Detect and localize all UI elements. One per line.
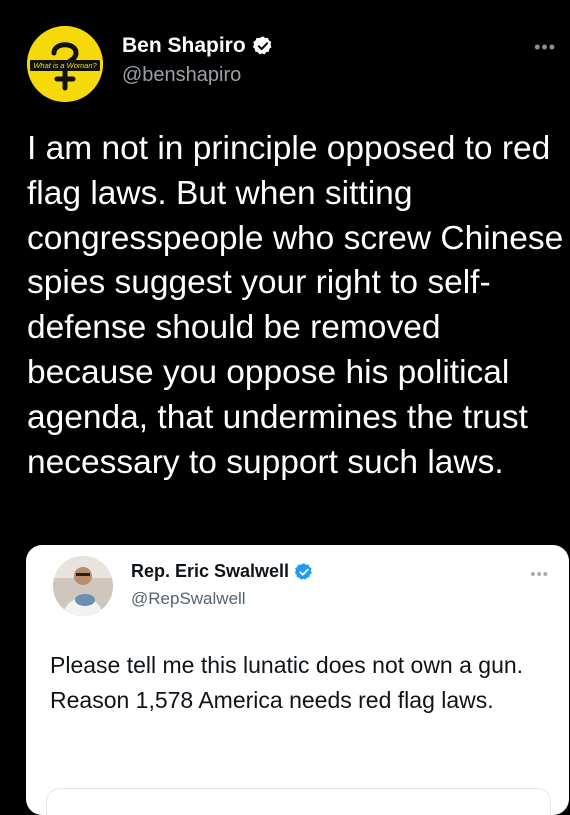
more-horizontal-icon[interactable]: ••• <box>534 38 556 56</box>
tweet-text: I am not in principle opposed to red fla… <box>27 130 564 481</box>
author-handle[interactable]: @benshapiro <box>122 64 241 87</box>
author-name-row: Ben Shapiro <box>122 34 274 58</box>
avatar-banner-text: What is a Woman? <box>33 61 97 70</box>
person-photo-icon <box>53 556 113 616</box>
quoted-author-handle[interactable]: @RepSwalwell <box>131 589 246 609</box>
quoted-name-row: Rep. Eric Swalwell <box>131 561 314 582</box>
more-horizontal-icon[interactable]: ••• <box>530 567 549 582</box>
quoted-tweet[interactable]: Rep. Eric Swalwell @RepSwalwell ••• Plea… <box>26 545 569 815</box>
quoted-media-card[interactable] <box>46 788 551 815</box>
verified-badge-icon <box>252 35 274 57</box>
avatar[interactable]: What is a Woman? <box>27 26 103 102</box>
tweet: What is a Woman? Ben Shapiro @benshapiro… <box>0 0 570 815</box>
verified-badge-icon <box>294 562 314 582</box>
quoted-author-name[interactable]: Rep. Eric Swalwell <box>131 561 289 582</box>
quoted-avatar[interactable] <box>53 556 113 616</box>
quoted-tweet-text: Please tell me this lunatic does not own… <box>50 652 524 713</box>
author-name[interactable]: Ben Shapiro <box>122 34 246 58</box>
